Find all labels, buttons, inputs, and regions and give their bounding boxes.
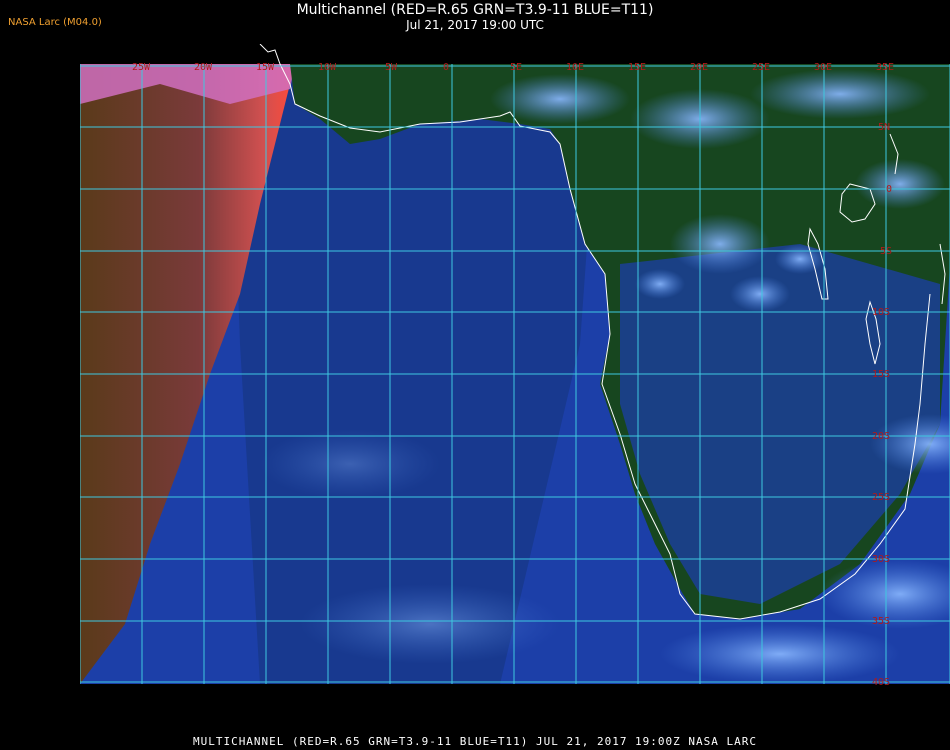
lat-label: 5S bbox=[880, 246, 892, 257]
lon-label: 10E bbox=[566, 62, 584, 73]
lon-label: 15E bbox=[628, 62, 646, 73]
lon-label: 20E bbox=[690, 62, 708, 73]
lon-label: 5W bbox=[385, 62, 398, 73]
image-title: Multichannel (RED=R.65 GRN=T3.9-11 BLUE=… bbox=[296, 2, 654, 18]
lon-label: 15W bbox=[256, 62, 275, 73]
lon-label: 35E bbox=[876, 62, 894, 73]
footer-caption: MULTICHANNEL (RED=R.65 GRN=T3.9-11 BLUE=… bbox=[192, 735, 758, 748]
lat-label: 35S bbox=[872, 616, 890, 627]
lon-label: 30E bbox=[814, 62, 832, 73]
lon-label: 5E bbox=[510, 62, 522, 73]
lat-label: 5N bbox=[878, 122, 890, 133]
lat-label: 10S bbox=[872, 307, 890, 318]
lat-label: 20S bbox=[872, 431, 890, 442]
lon-label: 10W bbox=[318, 62, 337, 73]
lon-label: 25W bbox=[132, 62, 151, 73]
lat-label: 25S bbox=[872, 492, 890, 503]
lon-label: 25E bbox=[752, 62, 770, 73]
satellite-map: 25W 20W 15W 10W 5W 0 5E 10E 15E 20E 25E … bbox=[80, 44, 950, 688]
image-timestamp: Jul 21, 2017 19:00 UTC bbox=[406, 18, 544, 32]
lat-label: 0 bbox=[886, 184, 892, 195]
lat-label: 15S bbox=[872, 369, 890, 380]
lat-label: 30S bbox=[872, 554, 890, 565]
lat-label: 40S bbox=[872, 677, 890, 688]
lon-label: 20W bbox=[194, 62, 213, 73]
lon-label: 0 bbox=[443, 62, 449, 73]
